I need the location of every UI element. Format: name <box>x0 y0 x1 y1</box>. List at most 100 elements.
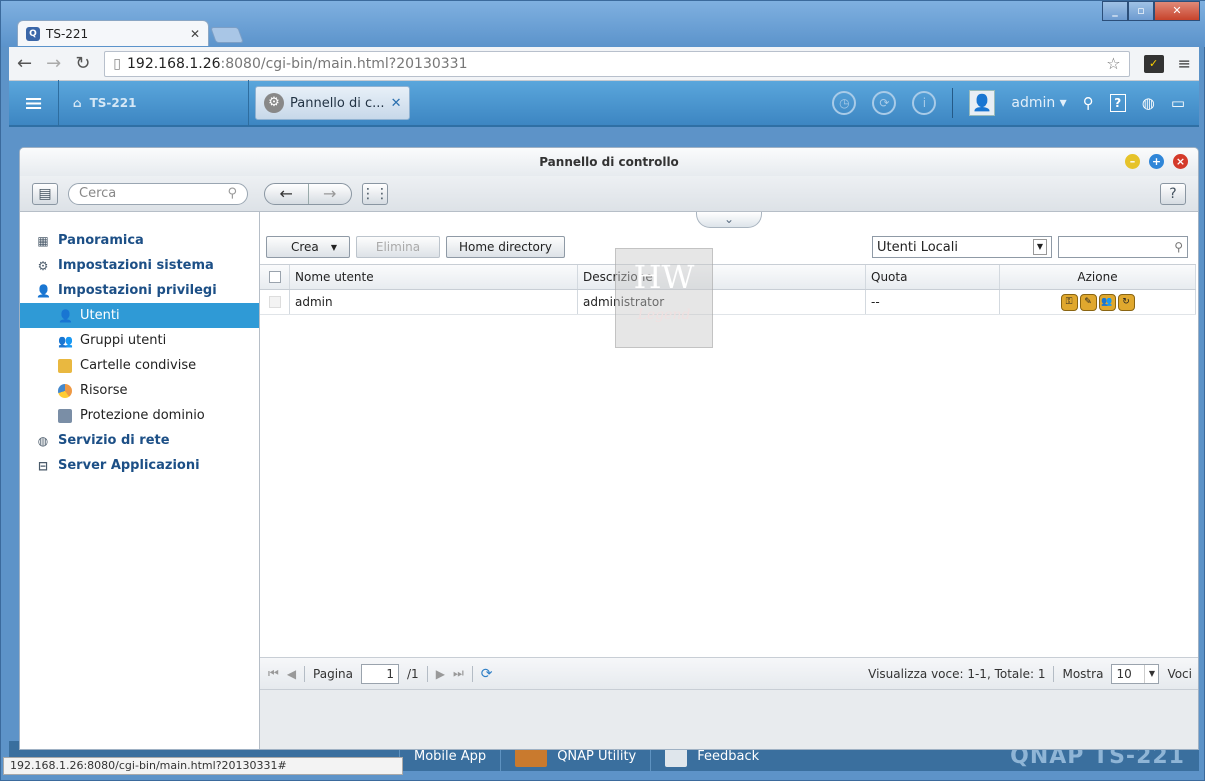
home-directory-button[interactable]: Home directory <box>446 236 565 258</box>
globe-icon: ◍ <box>37 433 49 448</box>
forward-arrow-button[interactable]: → <box>307 183 352 204</box>
last-page-icon[interactable]: ⏭ <box>453 666 464 681</box>
maximize-icon[interactable]: + <box>1149 154 1164 169</box>
delete-button[interactable]: Elimina <box>356 236 440 258</box>
action-bar: Crea ▼ Elimina Home directory Utenti Loca… <box>260 234 1198 260</box>
search-input[interactable]: Cerca ⚲ <box>68 182 248 205</box>
users-table: Nome utente Descrizione Quota Azione adm… <box>260 264 1196 315</box>
prev-page-icon[interactable]: ◀ <box>287 667 296 681</box>
grid-view-button[interactable]: ⋮⋮ <box>361 182 389 205</box>
window-buttons: – + × <box>1125 154 1188 169</box>
chevron-down-icon: ▼ <box>1033 239 1047 255</box>
divider <box>471 665 473 682</box>
server-icon: ⊟ <box>37 458 49 473</box>
back-icon[interactable]: ← <box>17 53 32 74</box>
globe-icon[interactable]: ◍ <box>1142 94 1155 112</box>
monitor-icon[interactable]: ▭ <box>1171 94 1185 112</box>
sidebar-item-privilege-settings[interactable]: 👤 Impostazioni privilegi <box>20 278 259 303</box>
sidebar-item-network-services[interactable]: ◍ Servizio di rete <box>20 428 259 453</box>
gear-icon: ⚙ <box>37 258 49 273</box>
table-row[interactable]: admin administrator -- ⚿ ✎ 👥 ↻ <box>260 290 1196 315</box>
cell-quota: -- <box>866 290 1000 314</box>
close-window-button[interactable]: ✕ <box>1154 1 1200 21</box>
sidebar-item-system-settings[interactable]: ⚙ Impostazioni sistema <box>20 253 259 278</box>
browser-tab[interactable]: Q TS-221 ✕ <box>17 20 209 46</box>
help-button[interactable]: ? <box>1160 182 1186 205</box>
close-tab-icon[interactable]: ✕ <box>190 27 200 41</box>
app-tab-control-panel[interactable]: ⚙ Pannello di c... ✕ <box>255 86 411 120</box>
user-group-icon[interactable]: 👥 <box>1098 293 1116 311</box>
sidebar-item-label: Gruppi utenti <box>80 333 167 348</box>
filter-input[interactable]: ⚲ <box>1058 236 1188 258</box>
watermark: HW Legend <box>615 248 713 348</box>
browser-tabbar: Q TS-221 ✕ _ ▫ ✕ <box>1 1 1205 47</box>
window-toolbar: ▤ Cerca ⚲ ← → ⋮⋮ ? <box>20 176 1198 212</box>
password-icon[interactable]: ⚿ <box>1060 293 1078 311</box>
user-menu[interactable]: admin ▾ <box>1011 95 1066 111</box>
refresh-icon[interactable]: ⟳ <box>481 666 493 682</box>
sidebar-item-label: Server Applicazioni <box>58 458 200 473</box>
minimize-icon[interactable]: – <box>1125 154 1140 169</box>
user-type-select[interactable]: Utenti Locali ▼ <box>872 236 1052 258</box>
sidebar-item-shared-folders[interactable]: Cartelle condivise <box>20 353 259 378</box>
taskbar-label: QNAP Utility <box>557 748 637 764</box>
main-menu-icon[interactable]: ≡ <box>9 80 59 126</box>
help-icon[interactable]: ? <box>1109 94 1126 112</box>
back-arrow-button[interactable]: ← <box>265 184 308 204</box>
sidebar-item-panoramica[interactable]: ▦ Panoramica <box>20 228 259 253</box>
address-bar[interactable]: ▯ 192.168.1.26:8080/cgi-bin/main.html?20… <box>104 50 1130 77</box>
browser-toolbar: ← → ↻ ▯ 192.168.1.26:8080/cgi-bin/main.h… <box>9 47 1199 81</box>
close-icon[interactable]: × <box>1173 154 1188 169</box>
sidebar-item-label: Protezione dominio <box>80 408 205 423</box>
clock-icon[interactable]: ◷ <box>832 91 857 115</box>
folder-permission-icon[interactable]: ↻ <box>1117 293 1135 311</box>
sidebar-item-user-groups[interactable]: 👥 Gruppi utenti <box>20 328 259 353</box>
sidebar-item-label: Impostazioni sistema <box>58 258 214 273</box>
collapse-handle[interactable]: ⌄ <box>696 212 762 228</box>
topbar-tools: ◷ ⟳ i 👤 admin ▾ ⚲ ? ◍ ▭ <box>832 88 1199 118</box>
col-quota[interactable]: Quota <box>866 265 1000 289</box>
col-username[interactable]: Nome utente <box>290 265 578 289</box>
row-checkbox-cell <box>260 290 290 314</box>
maximize-button[interactable]: ▫ <box>1128 1 1154 21</box>
pager-summary: Visualizza voce: 1-1, Totale: 1 <box>868 666 1046 681</box>
reload-icon[interactable]: ↻ <box>75 53 90 74</box>
row-checkbox[interactable] <box>268 296 281 308</box>
extension-icon[interactable]: ✓ <box>1143 54 1164 73</box>
home-button[interactable]: ⌂ TS-221 <box>59 80 249 126</box>
close-app-tab-icon[interactable]: ✕ <box>391 96 402 111</box>
folder-icon <box>58 358 72 373</box>
edit-icon[interactable]: ✎ <box>1079 293 1097 311</box>
status-bar: 192.168.1.26:8080/cgi-bin/main.html?2013… <box>3 757 403 775</box>
sidebar-item-resources[interactable]: Risorse <box>20 378 259 403</box>
sidebar-item-domain-security[interactable]: Protezione dominio <box>20 403 259 428</box>
forward-icon[interactable]: → <box>46 53 61 74</box>
select-all-checkbox[interactable] <box>268 271 281 283</box>
window-title: Pannello di controllo <box>539 155 679 169</box>
search-icon[interactable]: ⚲ <box>1083 94 1094 112</box>
table-header: Nome utente Descrizione Quota Azione <box>260 265 1196 290</box>
taskbar-label: Mobile App <box>414 748 487 764</box>
divider <box>426 665 428 682</box>
minimize-button[interactable]: _ <box>1102 1 1128 21</box>
per-page-select[interactable]: 10 ▼ <box>1111 663 1160 684</box>
sync-icon[interactable]: ⟳ <box>872 91 897 115</box>
page-input[interactable]: 1 <box>361 663 400 684</box>
bookmark-star-icon[interactable]: ☆ <box>1106 54 1120 73</box>
sidebar-item-users[interactable]: 👤 Utenti <box>20 303 259 328</box>
sidebar-item-app-servers[interactable]: ⊟ Server Applicazioni <box>20 453 259 478</box>
home-icon: ⌂ <box>73 96 82 110</box>
first-page-icon[interactable]: ⏮ <box>268 666 279 681</box>
browser-menu-icon[interactable]: ≡ <box>1178 54 1191 73</box>
create-button[interactable]: Crea ▼ <box>266 236 350 258</box>
next-page-icon[interactable]: ▶ <box>436 667 445 681</box>
toggle-sidebar-button[interactable]: ▤ <box>32 182 58 205</box>
sidebar-item-label: Risorse <box>80 383 128 398</box>
delete-label: Elimina <box>375 240 421 254</box>
home-label: TS-221 <box>89 96 137 110</box>
user-icon: 👤 <box>36 283 51 298</box>
new-tab-button[interactable] <box>210 27 244 43</box>
info-icon[interactable]: i <box>912 91 937 115</box>
sidebar-item-label: Servizio di rete <box>58 433 170 448</box>
avatar[interactable]: 👤 <box>969 90 996 116</box>
